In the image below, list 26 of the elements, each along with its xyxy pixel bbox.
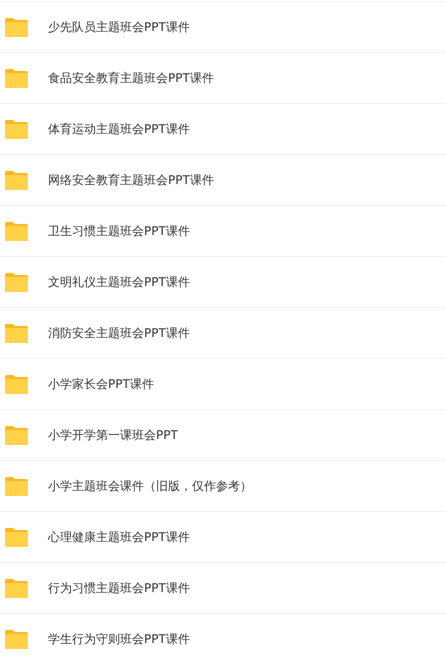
- folder-icon: [4, 374, 29, 394]
- folder-icon: [4, 118, 29, 140]
- folder-icon: [4, 322, 29, 344]
- folder-icon: [4, 170, 29, 190]
- folder-icon: [4, 578, 29, 598]
- folder-icon: [4, 526, 29, 548]
- folder-icon: [4, 272, 29, 292]
- folder-icon: [4, 16, 29, 38]
- folder-icon: [4, 476, 29, 496]
- folder-icon: [4, 68, 29, 88]
- folder-icon: [4, 628, 29, 650]
- folder-name[interactable]: 食品安全教育主题班会PPT课件: [48, 69, 214, 87]
- folder-name[interactable]: 少先队员主题班会PPT课件: [48, 18, 190, 36]
- folder-icon: [4, 424, 29, 446]
- folder-name[interactable]: 行为习惯主题班会PPT课件: [48, 579, 190, 597]
- folder-name[interactable]: 体育运动主题班会PPT课件: [48, 120, 190, 138]
- folder-name[interactable]: 心理健康主题班会PPT课件: [48, 528, 190, 546]
- folder-name[interactable]: 小学开学第一课班会PPT: [48, 426, 178, 444]
- folder-name[interactable]: 网络安全教育主题班会PPT课件: [48, 171, 214, 189]
- folder-name[interactable]: 小学主题班会课件（旧版，仅作参考）: [48, 477, 252, 495]
- folder-name[interactable]: 卫生习惯主题班会PPT课件: [48, 222, 190, 240]
- folder-name[interactable]: 小学家长会PPT课件: [48, 375, 154, 393]
- folder-name[interactable]: 学生行为守则班会PPT课件: [48, 630, 190, 648]
- folder-name[interactable]: 消防安全主题班会PPT课件: [48, 324, 190, 342]
- folder-icon: [4, 220, 29, 242]
- folder-name[interactable]: 文明礼仪主题班会PPT课件: [48, 273, 190, 291]
